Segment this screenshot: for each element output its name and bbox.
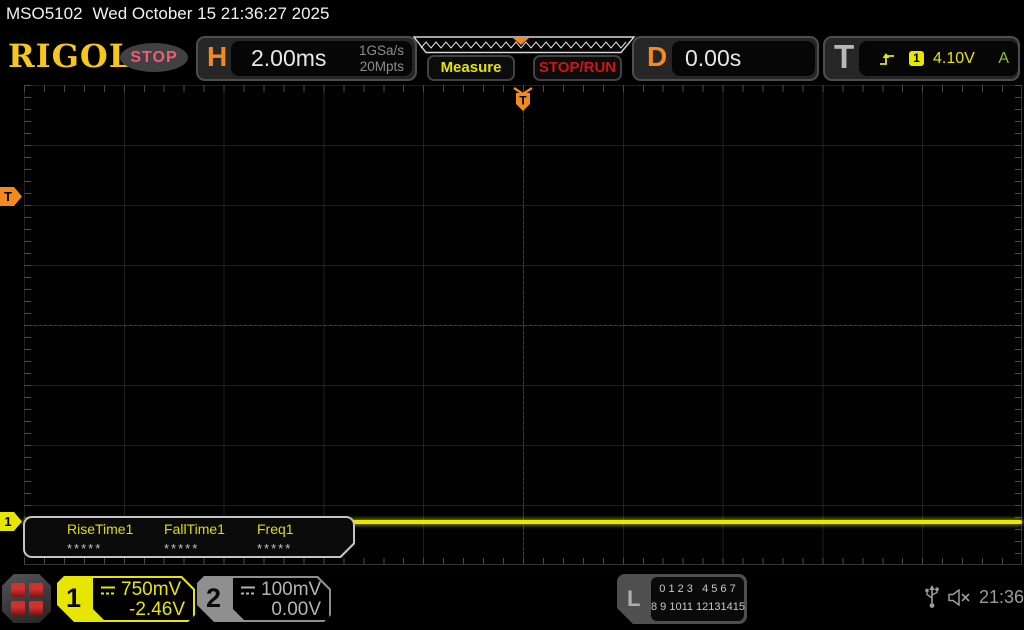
channel2-inner: 100mV 0.00V (233, 578, 329, 620)
trigger-source-badge: 1 (909, 51, 924, 66)
bottom-tick-marks (24, 558, 1022, 565)
main-menu-button[interactable] (2, 574, 51, 623)
stoprun-button[interactable]: STOP/RUN (533, 55, 622, 81)
logic-label: L (627, 586, 641, 611)
timebase-value: 2.00ms (251, 45, 327, 71)
channel1-status-block[interactable]: 1 750mV -2.46V (57, 576, 195, 622)
horizontal-inner: 2.00ms 1GSa/s 20Mpts (231, 41, 412, 76)
horizontal-label: H (207, 41, 228, 72)
channel1-inner: 750mV -2.46V (93, 578, 193, 620)
oscilloscope-screen: MSO5102 Wed October 15 21:36:27 2025 RIGO… (0, 0, 1024, 630)
sample-rate: 1GSa/s (358, 43, 404, 59)
channel2-status-block[interactable]: 2 100mV 0.00V (197, 576, 331, 622)
channel2-offset: 0.00V (271, 599, 321, 620)
logic-channels-block[interactable]: L 0 1 2 3 4 5 6 7 8 9 1011 12131415 (617, 574, 747, 624)
channel1-number: 1 (66, 583, 82, 613)
channel1-scale: 750mV (121, 579, 182, 600)
usb-icon (925, 585, 939, 608)
measurement-value: ***** (257, 541, 293, 556)
clock-text: 21:36 (979, 587, 1024, 607)
trigger-position-marker[interactable]: T (511, 86, 535, 112)
trigger-level-marker-label: T (4, 189, 12, 204)
measurement-name: RiseTime1 (67, 521, 134, 537)
measurement-name: Freq1 (257, 521, 294, 537)
measurement-value: ***** (164, 541, 200, 556)
measurement-popup[interactable]: RiseTime1 ***** FallTime1 ***** Freq1 **… (23, 516, 355, 558)
dc-coupling-icon (240, 585, 256, 596)
graticule (24, 85, 1022, 571)
measure-button[interactable]: Measure (427, 55, 515, 81)
channel1-offset: -2.46V (129, 599, 185, 620)
measurement-item: FallTime1 ***** (164, 521, 225, 556)
logic-inner: 0 1 2 3 4 5 6 7 8 9 1011 12131415 (651, 577, 744, 621)
channel1-position-marker[interactable]: 1 (0, 512, 23, 531)
measurement-value: ***** (67, 541, 103, 556)
trigger-mode: A (998, 49, 1009, 67)
measurement-popup-inner: RiseTime1 ***** FallTime1 ***** Freq1 **… (25, 518, 353, 556)
logic-channels-row2: 8 9 1011 12131415 (651, 601, 745, 613)
trigger-level-value: 4.10V (933, 49, 975, 67)
measurement-item: RiseTime1 ***** (67, 521, 133, 556)
menu-grid-icon (11, 583, 43, 615)
rigol-logo: RIGOL (8, 37, 133, 75)
speaker-muted-icon (948, 589, 970, 606)
delay-label: D (647, 41, 668, 72)
trigger-level-marker[interactable]: T (0, 187, 23, 206)
memory-waveform-bar[interactable] (412, 36, 636, 54)
trigger-label: T (834, 38, 855, 75)
measurement-name: FallTime1 (164, 521, 225, 537)
trigger-position-marker-label: T (519, 94, 527, 108)
trigger-inner: 1 4.10V A (859, 41, 1018, 76)
sample-info: 1GSa/s 20Mpts (359, 43, 404, 73)
titlebar: MSO5102 Wed October 15 21:36:27 2025 (6, 4, 329, 28)
horizontal-block[interactable]: H 2.00ms 1GSa/s 20Mpts (196, 36, 417, 81)
channel2-number: 2 (206, 583, 222, 613)
model-name: MSO5102 (6, 4, 83, 23)
channel1-marker-label: 1 (4, 514, 11, 529)
rising-edge-icon (880, 52, 894, 65)
delay-block[interactable]: D 0.00s (632, 36, 819, 81)
channel2-scale: 100mV (261, 579, 322, 600)
center-horizontal-line (24, 325, 1022, 326)
logic-channels-row1: 0 1 2 3 4 5 6 7 (659, 583, 736, 595)
dc-coupling-icon (100, 585, 116, 596)
trigger-block[interactable]: T 1 4.10V A (823, 36, 1020, 81)
run-state-badge: STOP (120, 43, 188, 72)
delay-inner: 0.00s (672, 41, 815, 76)
left-tick-marks (24, 85, 31, 565)
memory-depth: 20Mpts (359, 58, 404, 74)
delay-value: 0.00s (685, 45, 742, 71)
datetime-text: Wed October 15 21:36:27 2025 (92, 4, 330, 23)
measurement-item: Freq1 ***** (257, 521, 294, 556)
right-tick-marks (1015, 85, 1022, 565)
